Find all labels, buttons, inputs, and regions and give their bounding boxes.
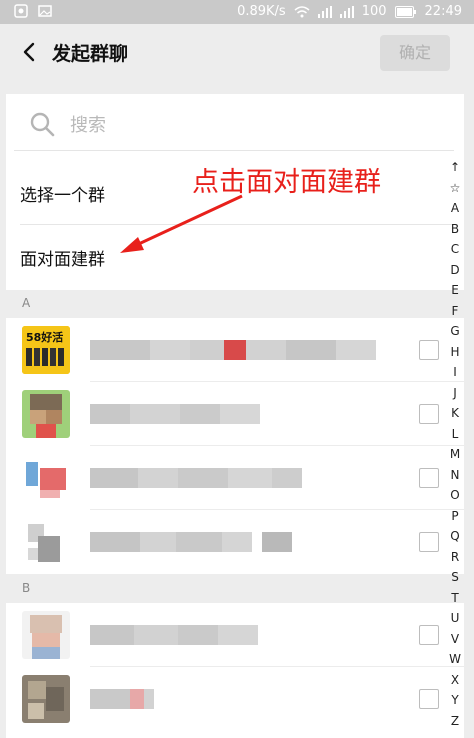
signal-icon-2 <box>339 5 354 18</box>
search-input[interactable] <box>68 110 372 140</box>
contact-name-blurred <box>90 532 292 552</box>
contact-name-blurred <box>90 340 376 360</box>
avatar <box>22 390 70 438</box>
index-letter[interactable]: I <box>444 362 466 383</box>
contact-row[interactable] <box>6 382 464 446</box>
avatar <box>22 611 70 659</box>
status-bar: 0.89K/s 100 22:49 <box>0 0 474 24</box>
alphabet-index[interactable]: ↑ ☆ A B C D E F G H I J K L M N O P Q R S T U V W X Y Z <box>444 157 466 731</box>
index-letter[interactable]: G <box>444 321 466 342</box>
back-arrow-icon[interactable] <box>18 40 42 64</box>
index-letter[interactable]: U <box>444 608 466 629</box>
select-checkbox[interactable] <box>419 404 439 424</box>
index-letter[interactable]: T <box>444 588 466 609</box>
index-letter[interactable]: W <box>444 649 466 670</box>
search-bar[interactable] <box>14 98 454 151</box>
search-icon <box>30 112 55 137</box>
contact-name-blurred <box>90 468 302 488</box>
section-header-a: A <box>6 292 464 318</box>
index-letter[interactable]: Q <box>444 526 466 547</box>
contact-row[interactable] <box>6 446 464 510</box>
index-letter[interactable]: N <box>444 465 466 486</box>
index-letter[interactable]: K <box>444 403 466 424</box>
battery-icon <box>394 5 416 18</box>
status-left-icons <box>14 4 52 18</box>
select-checkbox[interactable] <box>419 468 439 488</box>
contact-row[interactable] <box>6 667 464 738</box>
index-letter[interactable]: F <box>444 301 466 322</box>
index-letter[interactable]: O <box>444 485 466 506</box>
section-letter: B <box>22 581 31 595</box>
index-letter[interactable]: S <box>444 567 466 588</box>
index-letter[interactable]: C <box>444 239 466 260</box>
section-letter: A <box>22 296 31 310</box>
index-letter[interactable]: B <box>444 219 466 240</box>
avatar <box>22 454 70 502</box>
contact-row[interactable] <box>6 603 464 667</box>
index-letter[interactable]: D <box>444 260 466 281</box>
select-checkbox[interactable] <box>419 532 439 552</box>
contact-name-blurred <box>90 689 154 709</box>
index-letter[interactable]: X <box>444 670 466 691</box>
notification-icon <box>14 4 28 18</box>
index-letter[interactable]: E <box>444 280 466 301</box>
avatar <box>22 675 70 723</box>
battery-level: 100 <box>361 4 387 19</box>
avatar: 58好活 <box>22 326 70 374</box>
index-letter[interactable]: P <box>444 506 466 527</box>
index-letter[interactable]: J <box>444 383 466 404</box>
contact-name-blurred <box>90 404 260 424</box>
index-letter[interactable]: A <box>444 198 466 219</box>
index-letter[interactable]: L <box>444 424 466 445</box>
select-checkbox[interactable] <box>419 689 439 709</box>
avatar <box>22 518 70 566</box>
index-letter[interactable]: M <box>444 444 466 465</box>
face-to-face-group-item[interactable]: 面对面建群 <box>20 245 105 270</box>
index-letter[interactable]: ↑ <box>444 157 466 178</box>
index-letter[interactable]: R <box>444 547 466 568</box>
index-letter[interactable]: ☆ <box>444 178 466 199</box>
network-speed: 0.89K/s <box>237 4 286 19</box>
image-icon <box>38 5 52 17</box>
select-checkbox[interactable] <box>419 340 439 360</box>
select-checkbox[interactable] <box>419 625 439 645</box>
avatar-logo-text: 58好活 <box>26 330 63 344</box>
section-header-b: B <box>6 577 464 603</box>
annotation-arrow-icon <box>120 194 243 253</box>
page-title: 发起群聊 <box>52 43 129 65</box>
select-group-item[interactable]: 选择一个群 <box>20 181 105 206</box>
index-letter[interactable]: Z <box>444 711 466 732</box>
confirm-button[interactable]: 确定 <box>380 35 450 71</box>
index-letter[interactable]: H <box>444 342 466 363</box>
signal-icon <box>317 5 332 18</box>
clock: 22:49 <box>424 4 462 19</box>
contact-row[interactable]: 58好活 <box>6 318 464 382</box>
status-right-icons: 0.89K/s 100 22:49 <box>237 4 462 19</box>
index-letter[interactable]: Y <box>444 690 466 711</box>
wifi-icon <box>294 5 310 17</box>
contact-row[interactable] <box>6 510 464 574</box>
index-letter[interactable]: V <box>444 629 466 650</box>
title-bar: 发起群聊 确定 <box>0 24 474 82</box>
contact-name-blurred <box>90 625 258 645</box>
